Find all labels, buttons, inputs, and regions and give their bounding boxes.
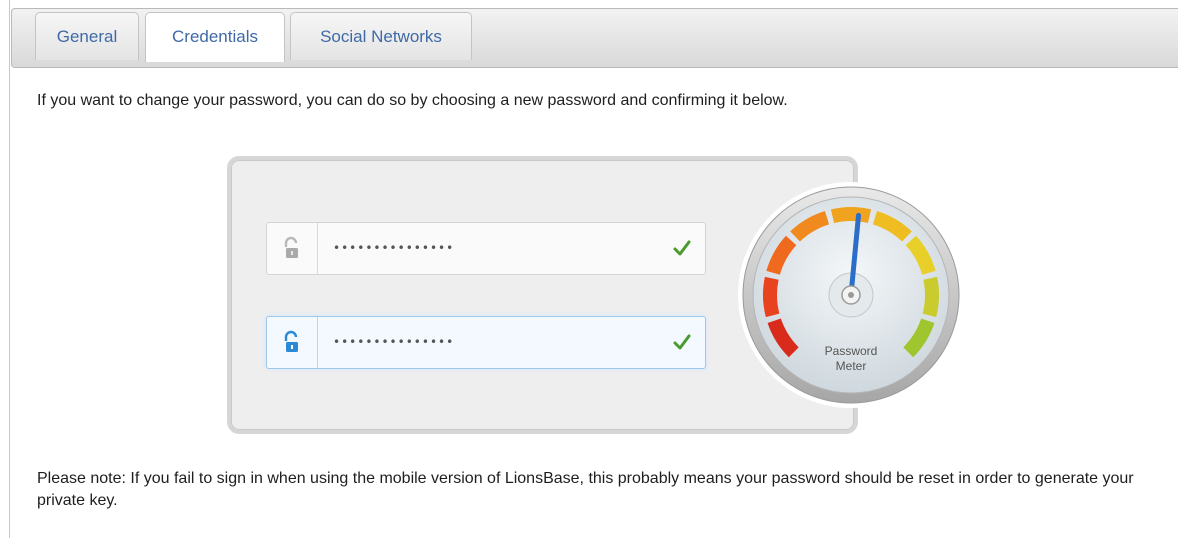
confirm-password-input[interactable] [333, 317, 633, 368]
strength-segment [830, 207, 872, 223]
meter-label-line2: Meter [836, 359, 867, 373]
tab-social-networks[interactable]: Social Networks [290, 12, 472, 60]
unlock-icon [284, 236, 298, 258]
check-icon [673, 240, 691, 256]
tab-general[interactable]: General [35, 12, 139, 60]
password-meter-gauge: Password Meter [738, 182, 964, 408]
strength-segment [922, 276, 939, 318]
lock-icon-box [267, 317, 318, 368]
new-password-field[interactable] [266, 222, 706, 275]
tab-credentials[interactable]: Credentials [145, 12, 285, 62]
lock-icon-box [267, 223, 318, 274]
strength-segment [763, 276, 780, 318]
new-password-input[interactable] [333, 223, 633, 274]
check-icon [673, 334, 691, 350]
intro-text: If you want to change your password, you… [37, 92, 788, 109]
password-note: Please note: If you fail to sign in when… [37, 470, 1134, 509]
unlock-icon [284, 330, 298, 352]
content-left-border [9, 0, 10, 538]
confirm-password-field[interactable] [266, 316, 706, 369]
meter-label-line1: Password [825, 344, 878, 358]
